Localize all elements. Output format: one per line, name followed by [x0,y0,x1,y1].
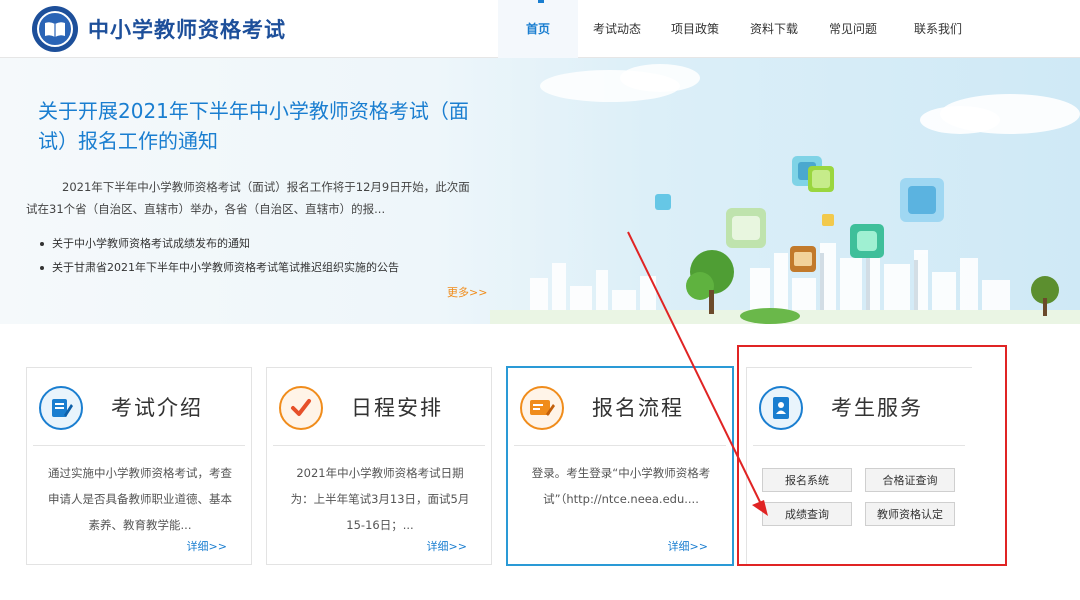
card-summary: 登录。考生登录“中小学教师资格考试”（http://ntce.neea.edu.… [531,466,711,506]
nav-contact[interactable]: 联系我们 [892,0,984,58]
nav-downloads[interactable]: 资料下载 [734,0,814,58]
nav-faq[interactable]: 常见问题 [814,0,892,58]
card-schedule[interactable]: 日程安排 2021年中小学教师资格考试日期为：上半年笔试3月13日，面试5月15… [266,367,492,565]
site-header: 中小学教师资格考试 首页 考试动态 项目政策 资料下载 常见问题 联系我们 [0,0,1080,58]
nav-exam-news[interactable]: 考试动态 [578,0,656,58]
book-icon [37,11,73,47]
site-title[interactable]: 中小学教师资格考试 [88,14,286,44]
card-summary: 2021年中小学教师资格考试日期为：上半年笔试3月13日，面试5月15-16日；… [290,466,470,532]
checkmark-icon [279,386,323,430]
card-pen-icon [520,386,564,430]
headline-summary: 2021年下半年中小学教师资格考试（面试）报名工作将于12月9日开始，此次面试在… [26,180,470,216]
card-divider [33,445,245,446]
news-link-2[interactable]: 关于甘肃省2021年下半年中小学教师资格考试笔试推迟组织实施的公告 [40,256,399,280]
main-nav: 首页 考试动态 项目政策 资料下载 常见问题 联系我们 [498,0,984,58]
card-exam-intro[interactable]: 考试介绍 通过实施中小学教师资格考试，考查申请人是否具备教师职业道德、基本素养、… [26,367,252,565]
card-detail-link[interactable]: 详细>> [427,538,467,554]
banner-illustration [490,64,1080,324]
card-divider [514,445,726,446]
news-link-1[interactable]: 关于中小学教师资格考试成绩发布的通知 [40,232,399,256]
card-title: 日程安排 [351,396,443,420]
annotation-highlight-box [737,345,1007,566]
more-news-link[interactable]: 更多>> [447,284,487,300]
news-list: 关于中小学教师资格考试成绩发布的通知 关于甘肃省2021年下半年中小学教师资格考… [40,232,399,280]
card-title: 考试介绍 [111,396,203,420]
logo-emblem[interactable] [32,6,78,52]
headline-link[interactable]: 关于开展2021年下半年中小学教师资格考试（面试）报名工作的通知 [38,96,478,156]
hero-banner: 关于开展2021年下半年中小学教师资格考试（面试）报名工作的通知 2021年下半… [0,58,1080,324]
nav-home[interactable]: 首页 [498,0,578,58]
card-summary: 通过实施中小学教师资格考试，考查申请人是否具备教师职业道德、基本素养、教育教学能… [48,466,232,532]
card-registration-process[interactable]: 报名流程 登录。考生登录“中小学教师资格考试”（http://ntce.neea… [506,366,734,566]
card-detail-link[interactable]: 详细>> [187,538,227,554]
card-divider [273,445,485,446]
card-detail-link[interactable]: 详细>> [668,538,708,554]
document-pen-icon [39,386,83,430]
nav-active-indicator [538,0,544,3]
nav-policy[interactable]: 项目政策 [656,0,734,58]
card-title: 报名流程 [592,396,684,420]
